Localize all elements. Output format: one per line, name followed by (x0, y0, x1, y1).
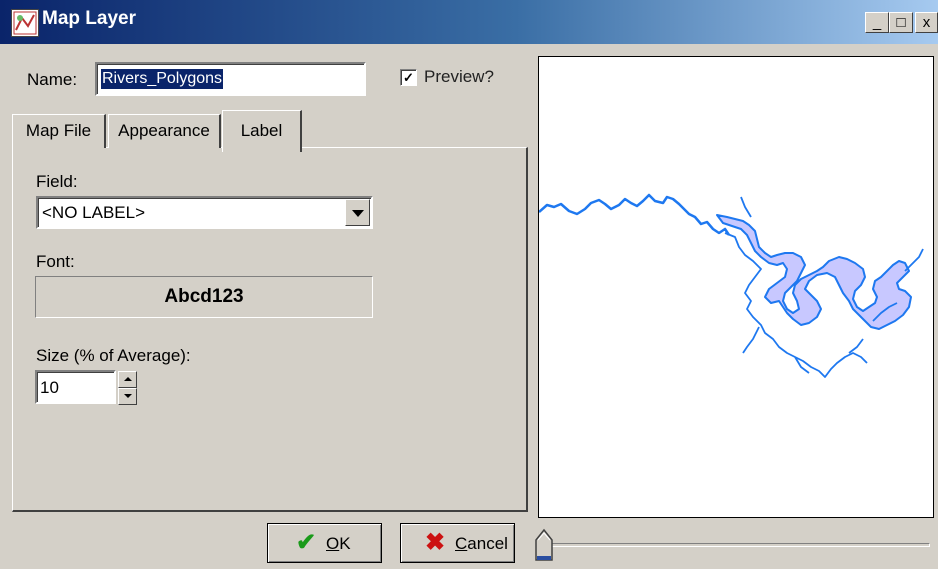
minimize-button[interactable]: _ (865, 12, 889, 33)
preview-slider-track[interactable] (550, 543, 930, 547)
maximize-icon: □ (896, 14, 906, 31)
font-sample-button[interactable]: Abcd123 (35, 276, 373, 318)
font-label: Font: (36, 252, 75, 271)
cancel-button[interactable]: ✖ Cancel (400, 523, 515, 563)
ok-button-label-underlined: O (326, 534, 340, 553)
cancel-button-label-rest: ancel (467, 534, 508, 553)
minimize-icon: _ (872, 14, 882, 31)
name-input[interactable]: Rivers_Polygons (95, 62, 366, 96)
field-dropdown[interactable]: <NO LABEL> (36, 196, 373, 229)
river-map (538, 193, 924, 378)
field-dropdown-value: <NO LABEL> (42, 203, 146, 222)
preview-slider-thumb[interactable] (535, 528, 553, 562)
map-preview[interactable] (538, 56, 934, 518)
tab-appearance[interactable]: Appearance (108, 114, 221, 148)
map-layer-app-icon (11, 9, 39, 37)
size-input[interactable]: 10 (35, 370, 116, 404)
title-bar[interactable] (0, 0, 938, 44)
river-line (538, 193, 731, 236)
field-label: Field: (36, 172, 78, 191)
tab-label[interactable]: Label (222, 110, 302, 152)
size-decrement-button[interactable] (118, 388, 137, 405)
checkmark-icon: ✔ (296, 529, 317, 556)
name-input-value: Rivers_Polygons (101, 69, 224, 89)
window-title: Map Layer (42, 8, 136, 29)
close-icon: x (922, 14, 931, 31)
ok-button-label-rest: K (339, 534, 351, 553)
name-label: Name: (27, 70, 78, 89)
x-icon: ✖ (425, 529, 446, 556)
preview-checkbox[interactable]: ✓ (400, 69, 417, 86)
cancel-button-label-underlined: C (455, 534, 468, 553)
close-button[interactable]: x (915, 12, 938, 33)
size-label: Size (% of Average): (36, 346, 191, 365)
tab-map-file[interactable]: Map File (12, 114, 106, 148)
ok-button-label: OK (326, 534, 351, 554)
maximize-button[interactable]: □ (889, 12, 913, 33)
ok-button[interactable]: ✔ OK (267, 523, 382, 563)
size-input-value: 10 (40, 378, 59, 397)
size-increment-button[interactable] (118, 371, 137, 388)
cancel-button-label: Cancel (455, 534, 508, 554)
preview-checkbox-label[interactable]: Preview? (424, 67, 494, 87)
chevron-down-icon[interactable] (345, 199, 370, 226)
